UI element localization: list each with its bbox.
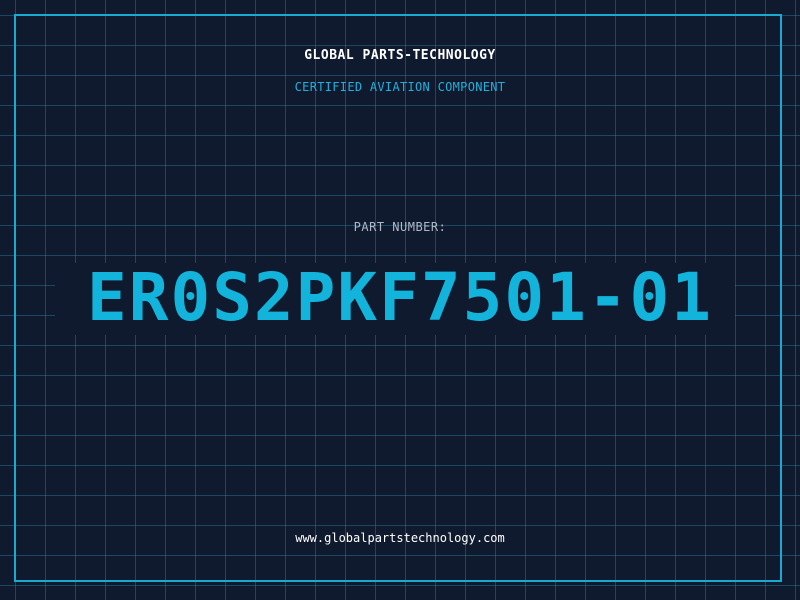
website-link[interactable]: www.globalpartstechnology.com [0,531,800,545]
part-number-value: ER0S2PKF7501-01 [86,259,714,336]
certification-subtitle: CERTIFIED AVIATION COMPONENT [294,80,506,94]
part-label-card: GLOBAL PARTS-TECHNOLOGY CERTIFIED AVIATI… [0,0,800,600]
company-name: GLOBAL PARTS-TECHNOLOGY [304,48,496,63]
part-number-label: PART NUMBER: [353,220,447,234]
